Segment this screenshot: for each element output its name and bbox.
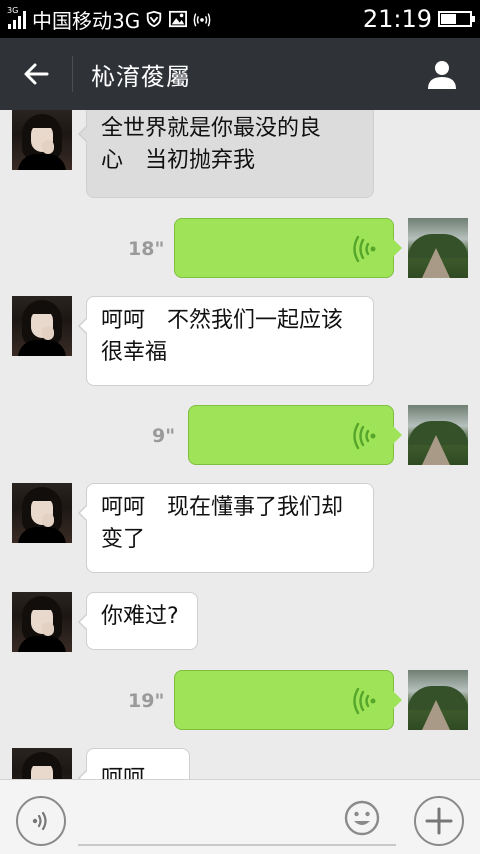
voice-message-bubble[interactable] xyxy=(174,670,402,730)
wireless-icon xyxy=(193,13,211,27)
contact-avatar[interactable] xyxy=(12,483,72,543)
image-icon xyxy=(169,10,188,28)
input-bar xyxy=(0,779,480,854)
emoji-button[interactable] xyxy=(344,800,380,836)
voice-mode-button[interactable] xyxy=(16,796,66,846)
contact-avatar[interactable] xyxy=(12,748,72,779)
message-text-line: 你难过? xyxy=(101,604,179,629)
text-bubble[interactable]: 呵呵 现在懂事了我们却 变了 xyxy=(78,483,374,573)
chat-info-button[interactable] xyxy=(404,38,480,110)
message-text-line: 变了 xyxy=(101,527,146,552)
back-button[interactable] xyxy=(0,38,72,110)
smiley-icon xyxy=(344,800,380,836)
carrier-label: 中国移动3G xyxy=(32,8,141,33)
voice-duration: 19" xyxy=(128,690,165,712)
battery-icon xyxy=(438,11,475,27)
voice-duration: 18" xyxy=(128,238,165,260)
network-tag: 3G xyxy=(7,6,19,15)
text-bubble[interactable]: 你难过? xyxy=(78,592,198,650)
voice-message-bubble[interactable] xyxy=(174,218,402,278)
person-icon xyxy=(428,61,456,89)
plus-icon xyxy=(425,807,453,835)
chat-title: 杺淯葰屬 xyxy=(91,62,191,91)
text-bubble[interactable]: 全世界就是你最没的良 心 当初抛弃我 xyxy=(78,110,374,198)
my-avatar[interactable] xyxy=(408,218,468,278)
voice-wave-icon xyxy=(353,687,376,715)
my-avatar[interactable] xyxy=(408,670,468,730)
contact-avatar[interactable] xyxy=(12,592,72,652)
voice-duration: 9" xyxy=(152,425,176,447)
message-text-line: 心 当初抛弃我 xyxy=(101,148,256,173)
message-list[interactable]: 全世界就是你最没的良 心 当初抛弃我 18" 呵呵 不然我们一起应该 很幸福 9… xyxy=(0,110,480,779)
more-options-button[interactable] xyxy=(414,796,464,846)
arrow-left-icon xyxy=(24,63,49,85)
chat-header: 杺淯葰屬 xyxy=(0,38,480,110)
shield-icon xyxy=(147,10,162,28)
header-divider xyxy=(72,56,73,92)
message-text-line: 很幸福 xyxy=(101,340,168,365)
message-text-line: 呵呵 xyxy=(101,766,146,779)
voice-message-bubble[interactable] xyxy=(188,405,402,465)
status-bar: 3G 中国移动3G 21:19 xyxy=(0,0,480,38)
voice-wave-icon xyxy=(353,235,376,263)
text-bubble[interactable]: 呵呵 xyxy=(78,748,190,779)
voice-mode-icon xyxy=(32,811,47,831)
contact-avatar[interactable] xyxy=(12,296,72,356)
message-text-line: 全世界就是你最没的良 xyxy=(101,116,322,141)
message-text-line: 呵呵 现在懂事了我们却 xyxy=(101,495,344,520)
signal-icon: 3G xyxy=(7,6,26,29)
contact-avatar[interactable] xyxy=(12,110,72,170)
clock: 21:19 xyxy=(362,5,432,33)
message-text-line: 呵呵 不然我们一起应该 xyxy=(101,308,344,333)
text-bubble[interactable]: 呵呵 不然我们一起应该 很幸福 xyxy=(78,296,374,386)
voice-wave-icon xyxy=(353,422,376,450)
my-avatar[interactable] xyxy=(408,405,468,465)
